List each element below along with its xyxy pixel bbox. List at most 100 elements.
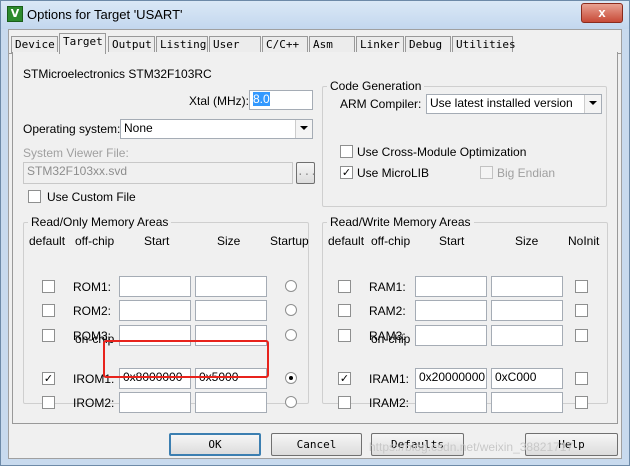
ram-size-input[interactable] (491, 276, 563, 297)
tab-c-cpp[interactable]: C/C++ (262, 36, 308, 53)
watermark-text: https://blog.csdn.net/weixin_38821717 (369, 440, 574, 454)
arm-compiler-value: Use latest installed version (430, 96, 573, 110)
rom-group-title: Read/Only Memory Areas (28, 215, 172, 229)
os-label: Operating system: (23, 122, 121, 136)
ram-default-checkbox[interactable] (338, 304, 351, 317)
ram-row-name: RAM1: (369, 280, 406, 294)
ram-header-start: Start (439, 234, 465, 248)
big-endian-label: Big Endian (497, 166, 556, 180)
rom-size-input[interactable] (195, 300, 267, 321)
cancel-button[interactable]: Cancel (271, 433, 362, 456)
rom-size-input[interactable] (195, 276, 267, 297)
device-name: STMicroelectronics STM32F103RC (23, 67, 212, 81)
close-button[interactable]: x (581, 3, 623, 23)
big-endian-checkbox[interactable] (480, 166, 493, 179)
tab-linker[interactable]: Linker (356, 36, 404, 53)
options-dialog: V Options for Target 'USART' x Device Ta… (0, 0, 630, 466)
ram-size-input[interactable] (491, 325, 563, 346)
xtal-input[interactable]: 8.0 (249, 90, 313, 110)
rom-size-input[interactable] (195, 392, 267, 413)
tab-debug[interactable]: Debug (405, 36, 451, 53)
ram-default-checkbox[interactable] (338, 329, 351, 342)
startup-radio[interactable] (285, 280, 297, 292)
startup-radio[interactable] (285, 396, 297, 408)
os-value: None (124, 121, 153, 135)
ram-size-input[interactable] (491, 392, 563, 413)
ram-start-input[interactable] (415, 300, 487, 321)
use-custom-file-label: Use Custom File (47, 190, 136, 204)
check-icon: ✓ (341, 166, 352, 179)
svd-label: System Viewer File: (23, 146, 129, 160)
noinit-checkbox[interactable] (575, 396, 588, 409)
tab-target[interactable]: Target (59, 33, 106, 54)
noinit-checkbox[interactable] (575, 280, 588, 293)
ram-row-name: IRAM1: (369, 372, 410, 386)
tab-listing[interactable]: Listing (156, 36, 208, 53)
ram-default-checkbox[interactable]: ✓ (338, 372, 351, 385)
svd-browse-button[interactable]: ... (296, 162, 317, 184)
noinit-checkbox[interactable] (575, 329, 588, 342)
ram-header-offchip: off-chip (371, 234, 411, 248)
ram-start-input[interactable] (415, 276, 487, 297)
title-bar[interactable]: V Options for Target 'USART' x (1, 1, 629, 29)
microlib-label: Use MicroLIB (357, 166, 430, 180)
rom-default-checkbox[interactable] (42, 329, 55, 342)
tab-output[interactable]: Output (108, 36, 155, 53)
os-select[interactable]: None (120, 119, 313, 139)
xtal-label: Xtal (MHz): (189, 94, 249, 108)
keil-app-icon: V (7, 6, 23, 22)
rom-header-startup: Startup (270, 234, 309, 248)
xtal-value: 8.0 (253, 92, 270, 106)
ram-header-default: default (328, 234, 365, 248)
rom-start-input[interactable] (119, 392, 191, 413)
cross-module-label: Use Cross-Module Optimization (357, 145, 527, 159)
rom-header-start: Start (144, 234, 170, 248)
noinit-checkbox[interactable] (575, 372, 588, 385)
ram-start-input[interactable]: 0x20000000 (415, 368, 487, 389)
cross-module-checkbox[interactable] (340, 145, 353, 158)
ram-header-size: Size (515, 234, 539, 248)
check-icon: ✓ (339, 372, 350, 385)
rom-header-offchip: off-chip (75, 234, 115, 248)
use-custom-file-checkbox[interactable] (28, 190, 41, 203)
target-page: STMicroelectronics STM32F103RC Xtal (MHz… (12, 52, 618, 424)
ram-default-checkbox[interactable] (338, 396, 351, 409)
rom-default-checkbox[interactable] (42, 304, 55, 317)
rom-start-input[interactable] (119, 300, 191, 321)
highlight-annotation (103, 340, 269, 378)
rom-row-name: IROM2: (73, 396, 115, 410)
ram-group-title: Read/Write Memory Areas (327, 215, 474, 229)
arm-compiler-select[interactable]: Use latest installed version (426, 94, 602, 114)
ram-row-name: IRAM2: (369, 396, 410, 410)
chevron-down-icon (584, 95, 601, 113)
ram-default-checkbox[interactable] (338, 280, 351, 293)
tab-asm[interactable]: Asm (309, 36, 355, 53)
window-title: Options for Target 'USART' (27, 7, 183, 22)
ram-start-input[interactable] (415, 325, 487, 346)
rom-row-name: ROM2: (73, 304, 112, 318)
code-generation-title: Code Generation (327, 79, 425, 93)
rom-default-checkbox[interactable]: ✓ (42, 372, 55, 385)
microlib-checkbox[interactable]: ✓ (340, 166, 353, 179)
svd-input[interactable]: STM32F103xx.svd (23, 162, 293, 184)
rom-start-input[interactable] (119, 276, 191, 297)
ram-start-input[interactable] (415, 392, 487, 413)
startup-radio[interactable] (285, 372, 297, 384)
ok-button[interactable]: OK (169, 433, 261, 456)
rom-row-name: ROM1: (73, 280, 112, 294)
chevron-down-icon (295, 120, 312, 138)
startup-radio[interactable] (285, 304, 297, 316)
arm-compiler-label: ARM Compiler: (340, 97, 422, 111)
rom-default-checkbox[interactable] (42, 280, 55, 293)
rom-header-size: Size (217, 234, 241, 248)
check-icon: ✓ (43, 372, 54, 385)
ram-size-input[interactable] (491, 300, 563, 321)
ram-row-name: RAM2: (369, 304, 406, 318)
noinit-checkbox[interactable] (575, 304, 588, 317)
startup-radio[interactable] (285, 329, 297, 341)
rom-default-checkbox[interactable] (42, 396, 55, 409)
tab-device[interactable]: Device (11, 36, 58, 53)
ram-size-input[interactable]: 0xC000 (491, 368, 563, 389)
tab-utilities[interactable]: Utilities (452, 36, 516, 53)
tab-user[interactable]: User (209, 36, 261, 53)
